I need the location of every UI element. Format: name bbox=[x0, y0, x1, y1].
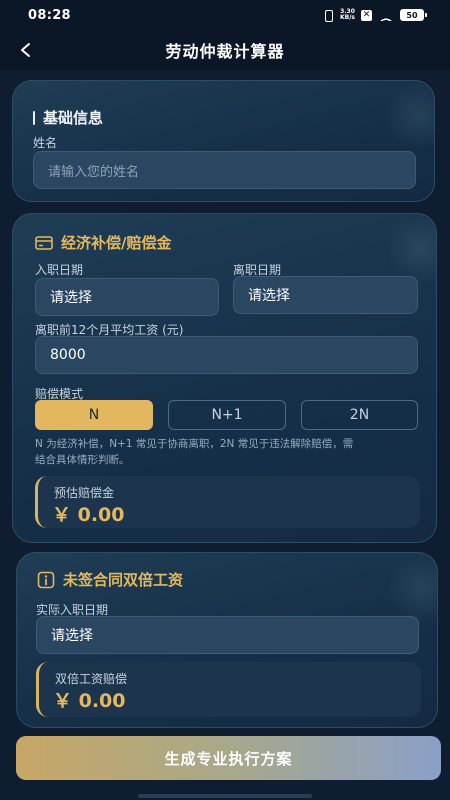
leave-date-select[interactable]: 请选择 bbox=[233, 276, 418, 314]
double-wage-card: 未签合同双倍工资 实际入职日期 请选择 双倍工资赔偿 ￥ 0.00 bbox=[16, 552, 438, 728]
compensation-result-box: 预估赔偿金 ￥ 0.00 bbox=[35, 476, 420, 528]
battery-icon: 50 bbox=[400, 9, 427, 21]
mode-hint-line2: 结合具体情形判断。 bbox=[35, 454, 130, 466]
basic-info-header: 基础信息 bbox=[33, 107, 103, 128]
mode-n-button[interactable]: N bbox=[35, 400, 153, 430]
vibrate-icon bbox=[322, 9, 334, 22]
nav-bar: 劳动仲裁计算器 bbox=[0, 30, 450, 70]
notification-icon: ✕ bbox=[361, 9, 372, 21]
double-wage-result-box: 双倍工资赔偿 ￥ 0.00 bbox=[36, 662, 421, 717]
salary-input[interactable]: 8000 bbox=[35, 336, 418, 374]
name-label: 姓名 bbox=[33, 136, 58, 150]
status-time: 08:28 bbox=[28, 7, 71, 23]
chevron-left-icon bbox=[21, 43, 30, 57]
double-wage-title: 未签合同双倍工资 bbox=[63, 571, 184, 589]
double-wage-header: 未签合同双倍工资 bbox=[37, 569, 183, 590]
mode-n-plus-1-button[interactable]: N+1 bbox=[168, 400, 286, 430]
compensation-title: 经济补偿/赔偿金 bbox=[61, 234, 172, 252]
compensation-card: 经济补偿/赔偿金 入职日期 请选择 离职日期 请选择 离职前12个月平均工资 (… bbox=[12, 213, 437, 543]
name-input[interactable]: 请输入您的姓名 bbox=[33, 151, 416, 189]
mode-hint-line1: N 为经济补偿，N+1 常见于协商离职，2N 常见于违法解除赔偿，需 bbox=[35, 438, 354, 450]
main-content: 基础信息 姓名 请输入您的姓名 经济补偿/赔偿金 入职日期 请选择 离职日期 请… bbox=[0, 70, 450, 800]
status-icons: 3.30 KB/s ✕ 50 bbox=[322, 9, 427, 22]
basic-info-card: 基础信息 姓名 请输入您的姓名 bbox=[12, 80, 435, 202]
entry-date-label: 入职日期 bbox=[35, 263, 84, 277]
basic-info-title: 基础信息 bbox=[43, 109, 104, 127]
actual-entry-date-select[interactable]: 请选择 bbox=[36, 616, 419, 654]
card-icon bbox=[35, 235, 53, 250]
double-wage-result-value: ￥ 0.00 bbox=[53, 690, 126, 712]
generate-plan-button[interactable]: 生成专业执行方案 bbox=[16, 736, 441, 780]
info-icon bbox=[37, 571, 55, 588]
entry-date-select[interactable]: 请选择 bbox=[35, 278, 219, 316]
mode-2n-button[interactable]: 2N bbox=[301, 400, 418, 430]
compensation-header: 经济补偿/赔偿金 bbox=[35, 232, 171, 253]
wifi-icon bbox=[378, 9, 394, 21]
status-bar: 08:28 3.30 KB/s ✕ 50 bbox=[0, 0, 450, 30]
section-marker bbox=[33, 110, 35, 125]
network-speed: 3.30 KB/s bbox=[340, 9, 355, 21]
mode-hint: N 为经济补偿，N+1 常见于协商离职，2N 常见于违法解除赔偿，需 结合具体情… bbox=[35, 436, 420, 468]
back-button[interactable] bbox=[14, 38, 38, 62]
network-speed-unit: KB/s bbox=[340, 14, 355, 21]
compensation-result-label: 预估赔偿金 bbox=[54, 486, 115, 500]
compensation-result-value: ￥ 0.00 bbox=[52, 504, 125, 526]
page-title: 劳动仲裁计算器 bbox=[165, 42, 285, 61]
home-indicator bbox=[138, 794, 312, 798]
double-wage-result-label: 双倍工资赔偿 bbox=[55, 672, 128, 686]
